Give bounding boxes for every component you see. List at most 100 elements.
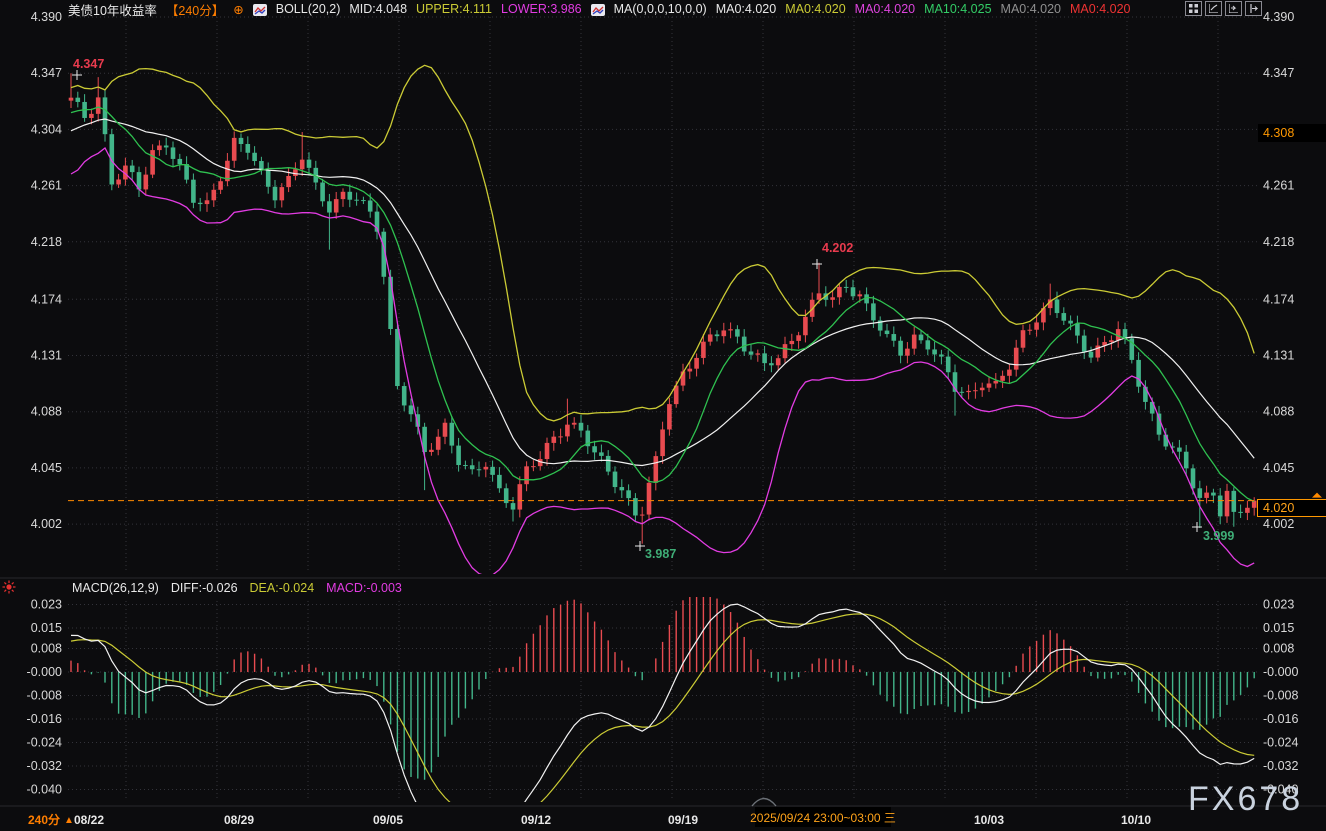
svg-text:-0.040: -0.040 (27, 782, 62, 796)
period-label[interactable]: 240分 (28, 812, 60, 827)
macd-diff-value: DIFF:-0.026 (171, 581, 238, 595)
chart-canvas[interactable]: 4.347 4.202 3.987 3.999 4.390 4.347 4.304 4.261… (0, 0, 1326, 831)
svg-text:4.002: 4.002 (1263, 517, 1294, 531)
ma-chart-icon[interactable] (591, 4, 605, 16)
svg-text:-0.016: -0.016 (1263, 712, 1298, 726)
watermark-logo: FX678 (1188, 780, 1303, 819)
ma-value: MA0:4.020 (716, 2, 776, 16)
svg-text:0.023: 0.023 (1263, 597, 1294, 611)
svg-text:4.045: 4.045 (1263, 461, 1294, 475)
svg-text:4.390: 4.390 (31, 10, 62, 24)
svg-text:3.999: 3.999 (1203, 529, 1234, 543)
macd-label: MACD(26,12,9) (72, 581, 159, 595)
svg-text:-0.000: -0.000 (1263, 665, 1298, 679)
ma-value: MA10:4.025 (924, 2, 991, 16)
add-indicator-icon[interactable]: ⊕ (233, 2, 243, 17)
svg-text:-0.032: -0.032 (27, 759, 62, 773)
svg-text:4.131: 4.131 (1263, 349, 1294, 363)
annotations-layer: 4.347 4.202 3.987 3.999 (72, 57, 1234, 561)
svg-text:4.218: 4.218 (31, 235, 62, 249)
ma-value: MA0:4.020 (855, 2, 915, 16)
boll-mid-value: MID:4.048 (349, 2, 407, 16)
pane-move-right-icon[interactable] (1245, 1, 1262, 16)
macd-axis-left: 0.023 0.015 0.008 -0.000 -0.008 -0.016 -0.024 -… (27, 597, 63, 796)
svg-text:4.174: 4.174 (31, 292, 62, 306)
boll-chart-icon[interactable] (253, 4, 267, 16)
svg-text:4.002: 4.002 (31, 517, 62, 531)
svg-text:-0.024: -0.024 (27, 735, 62, 749)
marked-price-badge: 4.308 (1258, 124, 1326, 142)
boll-lower-value: LOWER:3.986 (501, 2, 582, 16)
ma-value: MA0:4.020 (1001, 2, 1061, 16)
price-axis-right: 4.390 4.347 4.261 4.218 4.174 4.131 4.088 4.045… (1263, 10, 1294, 531)
trading-chart-app: { "header": { "title": "美债10年收益率", "peri… (0, 0, 1326, 831)
svg-text:4.261: 4.261 (31, 179, 62, 193)
date-label: 10/10 (1121, 813, 1151, 827)
ma-value: MA0:4.020 (1070, 2, 1130, 16)
svg-text:4.390: 4.390 (1263, 10, 1294, 24)
boll-label: BOLL(20,2) (276, 2, 341, 16)
indicator-settings-icon[interactable] (2, 580, 16, 599)
price-marker-arrow (1312, 493, 1322, 498)
date-axis[interactable]: 240分 ▲08/22 08/29 09/05 09/12 09/19 10/03 10/10… (28, 807, 1151, 827)
pane-chart-next-icon[interactable] (1225, 1, 1242, 16)
instrument-title: 美债10年收益率 (68, 0, 157, 19)
candles-layer (69, 73, 1257, 544)
price-axis-left: 4.390 4.347 4.304 4.261 4.218 4.174 4.131 4.088… (31, 10, 62, 531)
svg-text:3.987: 3.987 (645, 547, 676, 561)
boll-upper-value: UPPER:4.111 (416, 2, 492, 16)
chart-header: 美债10年收益率 【240分】 ⊕ BOLL(20,2) MID:4.048 U… (68, 1, 1139, 17)
svg-text:4.347: 4.347 (31, 66, 62, 80)
svg-text:-0.016: -0.016 (27, 712, 62, 726)
panes-grid-icon[interactable] (1185, 1, 1202, 16)
grid-layer (68, 17, 1258, 800)
svg-text:4.304: 4.304 (31, 122, 62, 136)
period-tag[interactable]: 【240分】 (166, 0, 224, 19)
price-pane[interactable] (69, 65, 1257, 576)
macd-dea-value: DEA:-0.024 (250, 581, 315, 595)
svg-text:4.347: 4.347 (73, 57, 104, 71)
svg-text:0.008: 0.008 (1263, 642, 1294, 656)
date-label: 09/05 (373, 813, 403, 827)
ma-values: MA0:4.020 MA0:4.020 MA0:4.020 MA10:4.025 MA0… (716, 2, 1140, 16)
date-label: 08/22 (74, 813, 104, 827)
svg-text:0.008: 0.008 (31, 642, 62, 656)
boll-upper-line (71, 65, 1254, 421)
svg-text:4.347: 4.347 (1263, 66, 1294, 80)
svg-text:-0.000: -0.000 (27, 665, 62, 679)
svg-text:0.015: 0.015 (31, 621, 62, 635)
svg-text:4.131: 4.131 (31, 349, 62, 363)
date-label: 09/12 (521, 813, 551, 827)
svg-text:4.261: 4.261 (1263, 179, 1294, 193)
macd-macd-value: MACD:-0.003 (326, 581, 402, 595)
macd-header: MACD(26,12,9) DIFF:-0.026 DEA:-0.024 MAC… (72, 581, 402, 595)
logo-arc (752, 799, 776, 807)
crosshair-date-text: 2025/09/24 23:00~03:00 三 (750, 811, 896, 825)
boll-lower-line (71, 148, 1254, 576)
boll-mid-line (71, 119, 1254, 466)
svg-text:0.023: 0.023 (31, 597, 62, 611)
svg-text:4.088: 4.088 (1263, 405, 1294, 419)
period-expand-icon[interactable]: ▲ (64, 815, 74, 826)
svg-text:4.174: 4.174 (1263, 292, 1294, 306)
date-label: 08/29 (224, 813, 254, 827)
svg-text:-0.008: -0.008 (1263, 688, 1298, 702)
svg-text:-0.008: -0.008 (27, 688, 62, 702)
macd-histogram (71, 592, 1254, 779)
pane-chart-up-icon[interactable] (1205, 1, 1222, 16)
svg-text:4.045: 4.045 (31, 461, 62, 475)
svg-text:4.218: 4.218 (1263, 235, 1294, 249)
date-label: 10/03 (974, 813, 1004, 827)
ma-value: MA0:4.020 (785, 2, 845, 16)
svg-text:-0.024: -0.024 (1263, 735, 1298, 749)
date-label: 09/19 (668, 813, 698, 827)
svg-text:0.015: 0.015 (1263, 621, 1294, 635)
pane-toolbar (1185, 1, 1262, 16)
svg-text:-0.032: -0.032 (1263, 759, 1298, 773)
svg-text:4.088: 4.088 (31, 405, 62, 419)
ma-label: MA(0,0,0,10,0,0) (614, 2, 707, 16)
last-price-badge: 4.020 (1257, 499, 1326, 517)
macd-diff-line (71, 604, 1254, 831)
macd-axis-right: 0.023 0.015 0.008 -0.000 -0.008 -0.016 -0.024 -… (1263, 597, 1298, 796)
svg-text:4.202: 4.202 (822, 241, 853, 255)
